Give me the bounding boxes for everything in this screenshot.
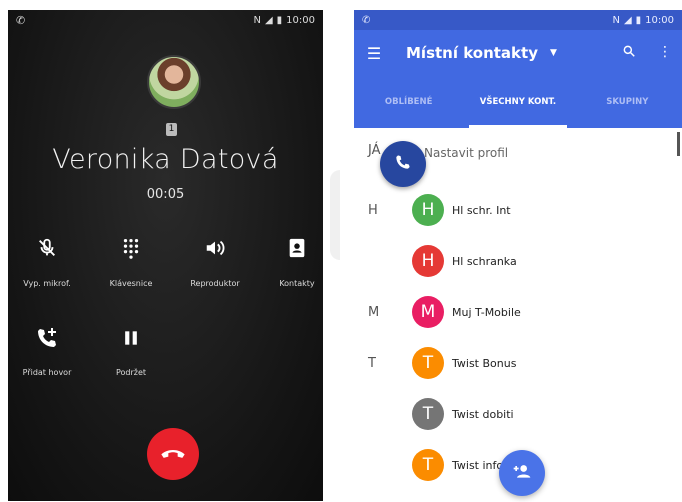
hold-label: Podržet (115, 368, 147, 377)
add-call-label: Přidat hovor (22, 368, 72, 377)
section-letter: T (368, 355, 376, 371)
dropdown-arrow-icon[interactable]: ▼ (550, 48, 557, 58)
add-call-button[interactable]: Přidat hovor (12, 326, 82, 377)
contacts-label: Kontakty (279, 279, 315, 288)
overflow-menu-icon[interactable]: ⋮ (658, 44, 672, 62)
return-to-call-bubble[interactable] (380, 141, 426, 187)
section-letter-me: JÁ (368, 143, 381, 158)
add-contact-button[interactable] (499, 450, 545, 496)
status-bar: ✆ N ◢ ▮ 10:00 (354, 10, 682, 30)
contact-name: Twist Bonus (452, 356, 517, 370)
mic-off-icon (12, 237, 82, 267)
mute-label: Vyp. mikrof. (23, 279, 71, 288)
tab-all-contacts[interactable]: VŠECHNY KONT. (463, 76, 572, 128)
section-letter: H (368, 202, 378, 218)
status-bar: ✆ N ◢ ▮ 10:00 (8, 10, 323, 30)
end-call-button[interactable] (147, 428, 199, 480)
app-bar: ☰ Místní kontakty ▼ ⋮ (354, 30, 682, 76)
list-item[interactable]: H Hl schranka (354, 241, 682, 281)
call-status-icon: ✆ (362, 14, 371, 26)
contacts-book-icon (262, 237, 323, 267)
set-profile-link[interactable]: Nastavit profil (424, 146, 508, 160)
status-time: 10:00 (286, 14, 315, 26)
contacts-screen: ✆ N ◢ ▮ 10:00 ☰ Místní kontakty ▼ ⋮ OBLÍ… (354, 10, 682, 501)
call-timer: 00:05 (146, 187, 185, 202)
battery-icon: ▮ (635, 14, 642, 26)
in-call-screen: ✆ N ◢ ▮ 10:00 1 Veronika Datová 00:05 Vy… (8, 10, 323, 501)
contact-name: Hl schranka (452, 254, 517, 268)
speaker-icon (180, 237, 250, 267)
status-time: 10:00 (645, 14, 674, 26)
list-item[interactable]: H H Hl schr. Int (354, 190, 682, 230)
contact-name: Muj T-Mobile (452, 305, 521, 319)
nfc-icon: N (612, 14, 620, 26)
hold-button[interactable]: Podržet (96, 326, 166, 377)
contact-avatar: T (412, 449, 444, 481)
tab-groups[interactable]: SKUPINY (573, 76, 682, 128)
section-letter: M (368, 304, 380, 320)
keypad-button[interactable]: Klávesnice (96, 237, 166, 288)
contact-avatar: H (412, 194, 444, 226)
caller-avatar (147, 55, 201, 109)
call-status-icon: ✆ (16, 13, 26, 27)
list-item[interactable]: M M Muj T-Mobile (354, 292, 682, 332)
contact-avatar: M (412, 296, 444, 328)
tab-bar: OBLÍBENÉ VŠECHNY KONT. SKUPINY (354, 76, 682, 128)
person-add-icon (512, 461, 532, 486)
speaker-label: Reproduktor (190, 279, 240, 288)
keypad-label: Klávesnice (109, 279, 153, 288)
nfc-icon: N (253, 14, 261, 26)
contact-avatar: T (412, 347, 444, 379)
ongoing-call-icon (393, 152, 413, 176)
hang-up-icon (159, 438, 187, 470)
list-item[interactable]: T T Twist Bonus (354, 343, 682, 383)
pause-icon (96, 326, 166, 356)
contact-name: Hl schr. Int (452, 203, 511, 217)
contact-name: Twist info (452, 458, 504, 472)
speaker-button[interactable]: Reproduktor (180, 237, 250, 288)
screenshot-stage: ✆ N ◢ ▮ 10:00 1 Veronika Datová 00:05 Vy… (0, 0, 682, 502)
signal-icon: ◢ (264, 14, 273, 26)
search-icon[interactable] (622, 44, 636, 62)
caller-name: Veronika Datová (52, 144, 279, 175)
contacts-button[interactable]: Kontakty (262, 237, 323, 288)
sim-badge: 1 (166, 123, 177, 136)
hamburger-menu-icon[interactable]: ☰ (354, 44, 394, 63)
mute-button[interactable]: Vyp. mikrof. (12, 237, 82, 288)
contact-avatar: T (412, 398, 444, 430)
dialpad-icon (96, 237, 166, 267)
account-selector[interactable]: Místní kontakty (406, 44, 538, 62)
tab-favorites[interactable]: OBLÍBENÉ (354, 76, 463, 128)
contact-name: Twist dobiti (452, 407, 514, 421)
battery-icon: ▮ (276, 14, 283, 26)
list-item[interactable]: T Twist dobiti (354, 394, 682, 434)
side-edge-handle[interactable] (330, 170, 340, 260)
scrollbar[interactable] (677, 132, 680, 156)
contact-avatar: H (412, 245, 444, 277)
signal-icon: ◢ (623, 14, 632, 26)
add-call-icon (12, 326, 82, 356)
